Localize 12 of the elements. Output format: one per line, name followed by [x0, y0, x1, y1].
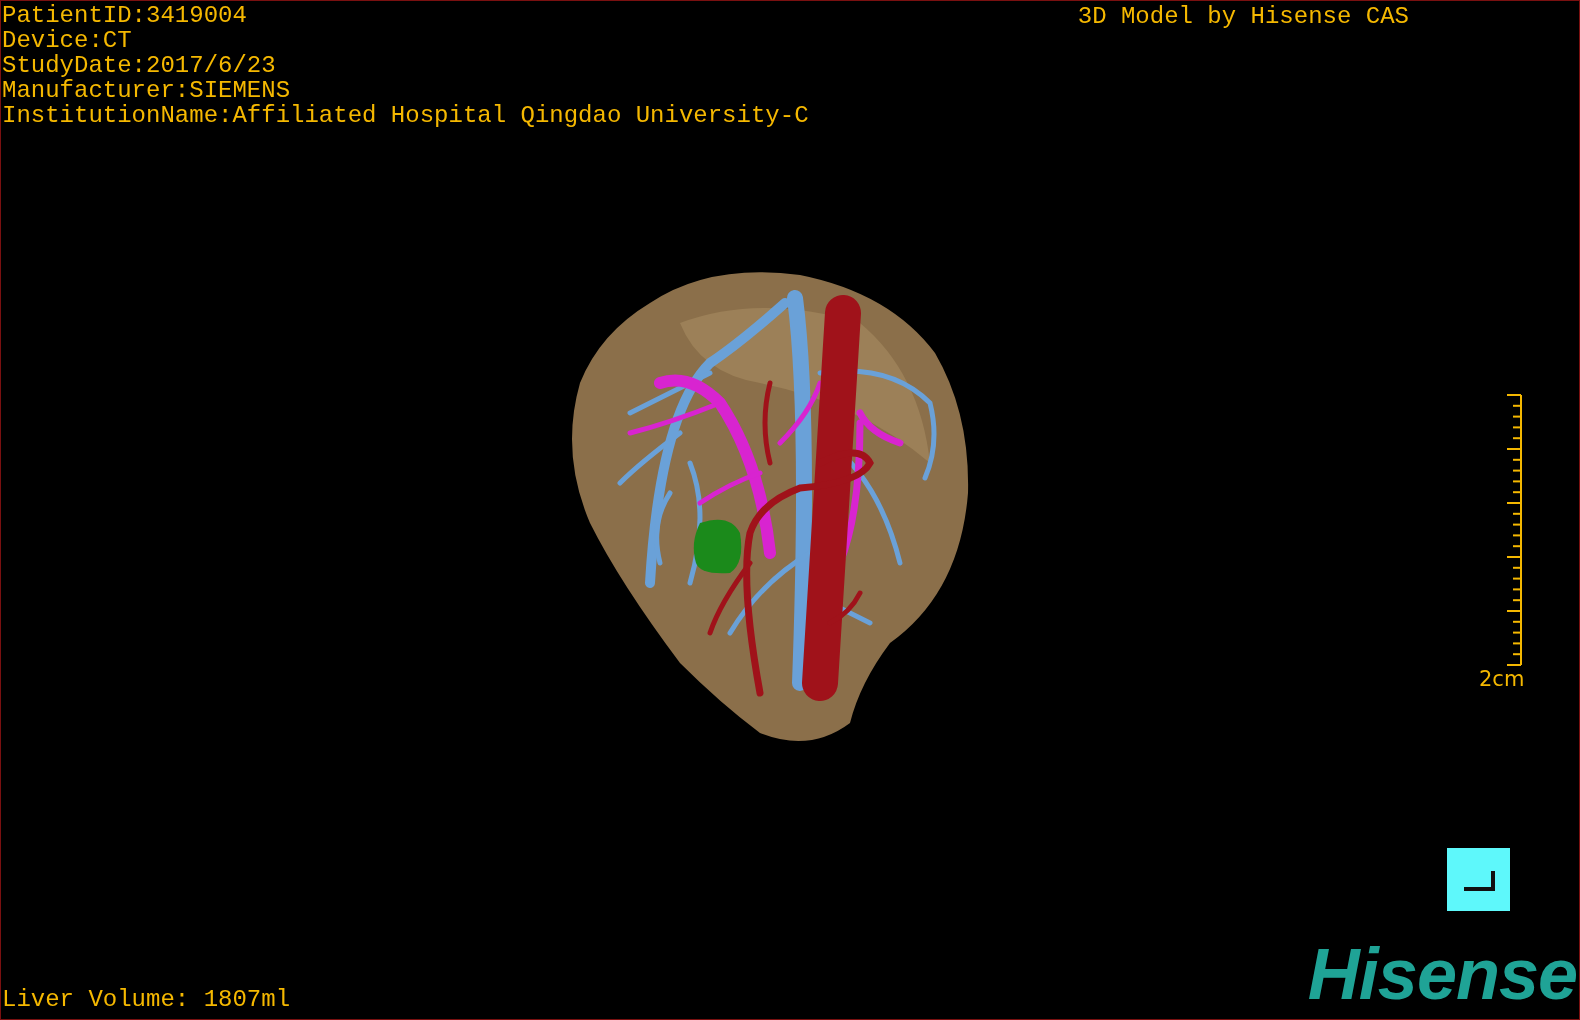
- study-info-text: Device:CT: [2, 28, 133, 53]
- study-info-text: PatientID:3419004: [2, 3, 248, 28]
- view-corner-button[interactable]: [1447, 848, 1510, 911]
- viewer-title: 3D Model by Hisense CAS: [1077, 4, 1409, 32]
- liver-volume-text: Liver Volume: 1807ml: [1, 987, 291, 1015]
- scale-ruler-icon: [1507, 393, 1522, 667]
- scale-label: 2cm: [1479, 667, 1525, 691]
- corner-icon: [1461, 868, 1496, 891]
- study-info-text: StudyDate:2017/6/23: [2, 53, 277, 78]
- study-info-text: InstitutionName:Affiliated Hospital Qingdao University-C: [2, 103, 809, 128]
- brand-logo: Hisense: [1307, 939, 1577, 1016]
- study-info-text: Manufacturer:SIEMENS: [2, 78, 292, 103]
